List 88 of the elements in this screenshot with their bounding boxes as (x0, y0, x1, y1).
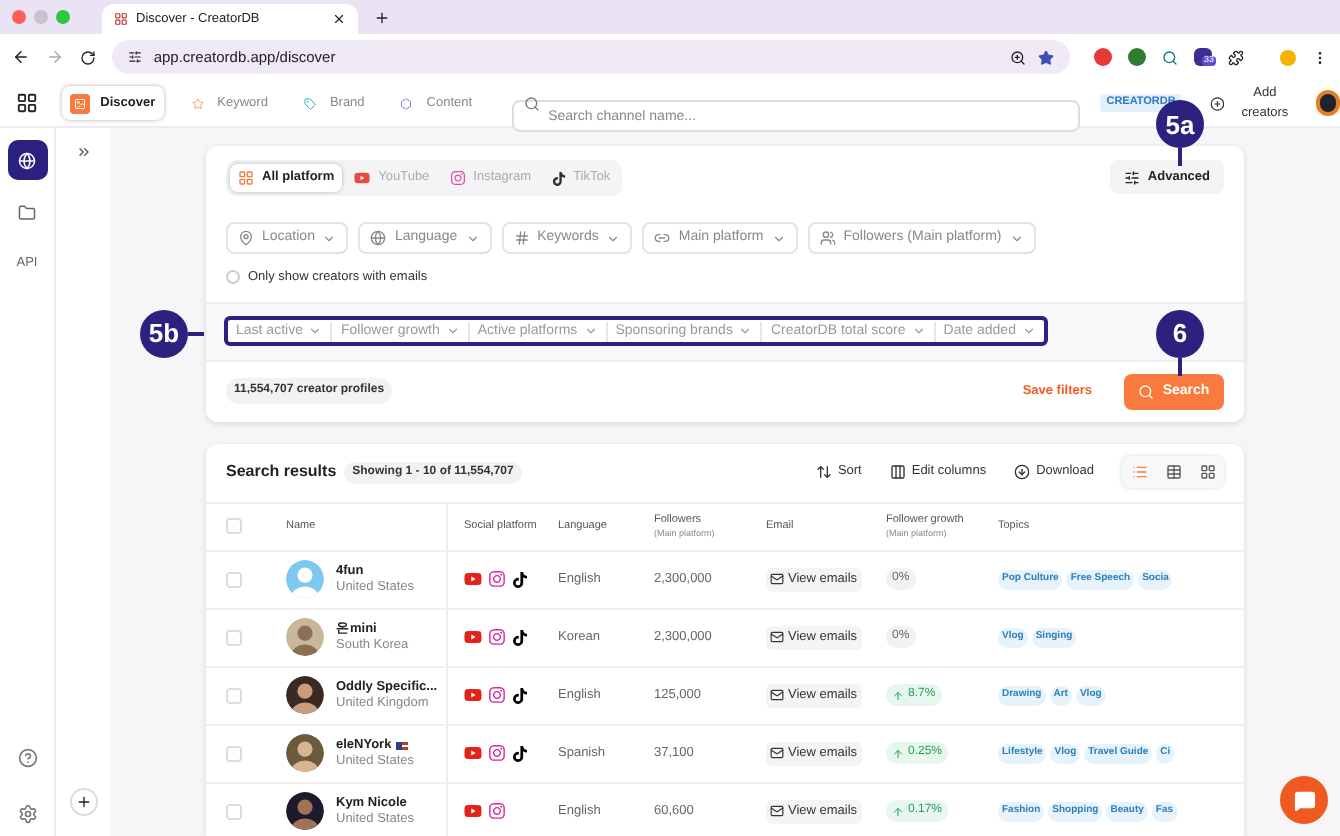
sliders-icon (1123, 169, 1140, 185)
tiktok-icon (512, 745, 528, 762)
tiktok-icon (512, 629, 528, 646)
download-icon (1014, 464, 1031, 481)
up-arrow-icon (892, 747, 904, 760)
close-icon[interactable] (332, 12, 346, 26)
up-arrow-icon (892, 805, 904, 818)
mail-icon (770, 572, 784, 587)
chevron-icon (308, 324, 323, 339)
instagram-icon (488, 628, 506, 647)
globe-icon (370, 230, 387, 246)
search-icon (524, 95, 541, 111)
back-icon[interactable] (12, 48, 30, 66)
nav-icon (299, 93, 320, 113)
add-button[interactable] (69, 788, 97, 816)
sort-icon (815, 464, 832, 481)
youtube-icon (464, 686, 482, 705)
mail-icon (770, 746, 784, 761)
instagram-icon (488, 802, 506, 821)
checkbox[interactable] (226, 270, 240, 285)
extension-icon[interactable] (1161, 49, 1178, 65)
zoom-icon[interactable] (1009, 49, 1026, 65)
apps-icon[interactable] (15, 92, 38, 114)
step-marker: 6 (1156, 309, 1204, 358)
instagram-icon (488, 570, 506, 589)
chevron-icon (1009, 231, 1024, 245)
select-all-checkbox[interactable] (226, 518, 242, 535)
extensions-icon[interactable] (1227, 49, 1244, 65)
table-icon (1165, 464, 1181, 481)
grid-icon (238, 170, 254, 186)
row-checkbox[interactable] (226, 803, 242, 820)
chevron-icon (583, 324, 598, 339)
tiktok-icon (512, 687, 528, 704)
chevron-icon (606, 231, 621, 245)
link-icon (654, 230, 671, 246)
list-icon (1131, 464, 1147, 481)
new-tab-icon[interactable] (374, 10, 390, 26)
row-checkbox[interactable] (226, 571, 242, 588)
grid-icon (114, 12, 128, 26)
nav-icon (187, 93, 208, 113)
plus-icon (75, 794, 91, 810)
youtube-icon (464, 744, 482, 763)
nav-icon (396, 93, 417, 113)
chat-icon (1293, 789, 1315, 811)
help-icon[interactable] (17, 748, 37, 768)
mail-icon (770, 688, 784, 703)
mail-icon (770, 630, 784, 645)
chevron-icon (771, 231, 786, 245)
pin-icon (238, 230, 254, 246)
chevron-icon (322, 231, 337, 245)
results-title: Search results (226, 460, 337, 485)
step-marker: 5b (140, 309, 188, 358)
nav-icon (70, 93, 91, 113)
grid-icon (1199, 464, 1215, 481)
chevron-icon (465, 231, 480, 245)
instagram-icon (488, 744, 506, 763)
row-checkbox[interactable] (226, 745, 242, 762)
settings-icon[interactable] (17, 804, 37, 824)
tiktok-icon (551, 171, 566, 185)
expand-icon[interactable] (75, 144, 91, 160)
globe-icon (18, 151, 36, 169)
bookmark-star-icon[interactable] (1037, 49, 1054, 65)
search-icon (1138, 383, 1155, 400)
chevron-icon (1021, 324, 1036, 339)
mail-icon (770, 804, 784, 819)
folder-icon (18, 203, 36, 221)
up-arrow-icon (892, 689, 904, 702)
tiktok-icon (512, 571, 528, 588)
columns-icon (889, 464, 906, 481)
youtube-icon (464, 802, 482, 821)
reload-icon[interactable] (79, 49, 96, 65)
plus-icon (1209, 95, 1225, 111)
instagram-icon (488, 686, 506, 705)
row-checkbox[interactable] (226, 629, 242, 646)
people-icon (819, 230, 836, 246)
youtube-icon (464, 628, 482, 647)
hash-icon (513, 230, 530, 246)
site-settings-icon[interactable] (127, 50, 142, 64)
instagram-icon (449, 170, 466, 186)
chat-button[interactable] (1280, 776, 1328, 824)
avatar-icon[interactable] (1315, 90, 1340, 116)
sidebar-item[interactable] (7, 140, 47, 180)
row-checkbox[interactable] (226, 687, 242, 704)
chevron-icon (738, 324, 753, 339)
chevron-icon (911, 324, 926, 339)
chevron-icon (445, 324, 460, 339)
youtube-icon (464, 570, 482, 589)
youtube-icon (354, 170, 371, 186)
